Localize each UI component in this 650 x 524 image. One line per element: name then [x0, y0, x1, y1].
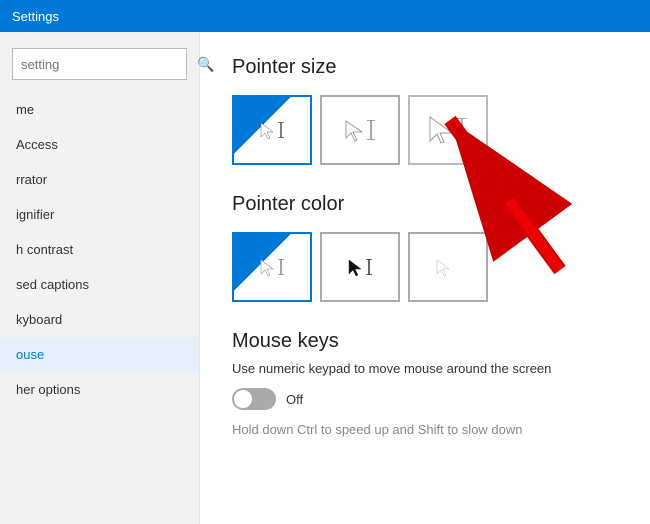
cursor-container-white — [259, 258, 285, 276]
search-icon: 🔍 — [197, 56, 214, 73]
cursor-ibeam-small-icon — [277, 122, 285, 138]
sidebar-item-closed-captions[interactable]: sed captions — [0, 267, 199, 302]
sidebar-item-keyboard[interactable]: kyboard — [0, 302, 199, 337]
sidebar-item-magnifier[interactable]: ignifier — [0, 197, 199, 232]
cursor-arrow-medium-icon — [344, 119, 362, 141]
cursor-container-black — [347, 258, 373, 276]
mouse-keys-toggle[interactable] — [232, 388, 276, 410]
pointer-size-medium[interactable] — [320, 95, 400, 165]
sidebar-item-high-contrast[interactable]: h contrast — [0, 232, 199, 267]
pointer-color-title: Pointer color — [232, 193, 618, 216]
mouse-cursor-indicator — [470, 147, 480, 157]
cursor-container-large — [428, 115, 468, 145]
pointer-color-white[interactable]: ✓ — [232, 232, 312, 302]
pointer-size-large[interactable] — [408, 95, 488, 165]
pointer-color-inverted[interactable] — [408, 232, 488, 302]
search-container: 🔍 — [0, 40, 199, 92]
pointer-size-title: Pointer size — [232, 56, 618, 79]
toggle-container: Off — [232, 388, 618, 410]
sidebar-item-me[interactable]: me — [0, 92, 199, 127]
title-bar: Settings — [0, 0, 650, 32]
sidebar-item-access[interactable]: Access — [0, 127, 199, 162]
cursor-container-small — [259, 121, 285, 139]
cursor-black-icon — [347, 258, 361, 276]
title-bar-text: Settings — [12, 9, 59, 24]
search-input[interactable] — [21, 57, 197, 72]
cursor-container-medium — [344, 119, 376, 141]
ibeam-white-icon — [277, 259, 285, 275]
mouse-keys-note: Hold down Ctrl to speed up and Shift to … — [232, 422, 618, 437]
checkmark-icon: ✓ — [294, 101, 306, 118]
cursor-inverted-icon — [435, 258, 449, 276]
cursor-arrow-small-icon — [259, 121, 273, 139]
pointer-size-small[interactable]: ✓ — [232, 95, 312, 165]
search-box[interactable]: 🔍 — [12, 48, 187, 80]
sidebar-item-mouse[interactable]: ouse — [0, 337, 199, 372]
cursor-ibeam-large-icon — [456, 118, 468, 142]
pointer-color-options: ✓ — [232, 232, 618, 302]
sidebar-item-narrator[interactable]: rrator — [0, 162, 199, 197]
sidebar-item-other-options[interactable]: her options — [0, 372, 199, 407]
pointer-color-black[interactable] — [320, 232, 400, 302]
ibeam-black-icon — [365, 259, 373, 275]
mouse-keys-desc: Use numeric keypad to move mouse around … — [232, 361, 618, 376]
mouse-keys-title: Mouse keys — [232, 330, 618, 353]
cursor-white-icon — [259, 258, 273, 276]
sidebar: 🔍 me Access rrator ignifier h contrast s… — [0, 32, 200, 524]
pointer-size-options: ✓ — [232, 95, 618, 165]
toggle-label: Off — [286, 392, 303, 407]
checkmark-color-icon: ✓ — [294, 238, 306, 255]
ibeam-inverted-icon — [453, 259, 461, 275]
cursor-ibeam-medium-icon — [366, 120, 376, 140]
cursor-container-inverted — [435, 258, 461, 276]
main-content: Pointer size ✓ — [200, 32, 650, 524]
cursor-arrow-large-icon — [428, 115, 452, 145]
app-container: 🔍 me Access rrator ignifier h contrast s… — [0, 32, 650, 524]
